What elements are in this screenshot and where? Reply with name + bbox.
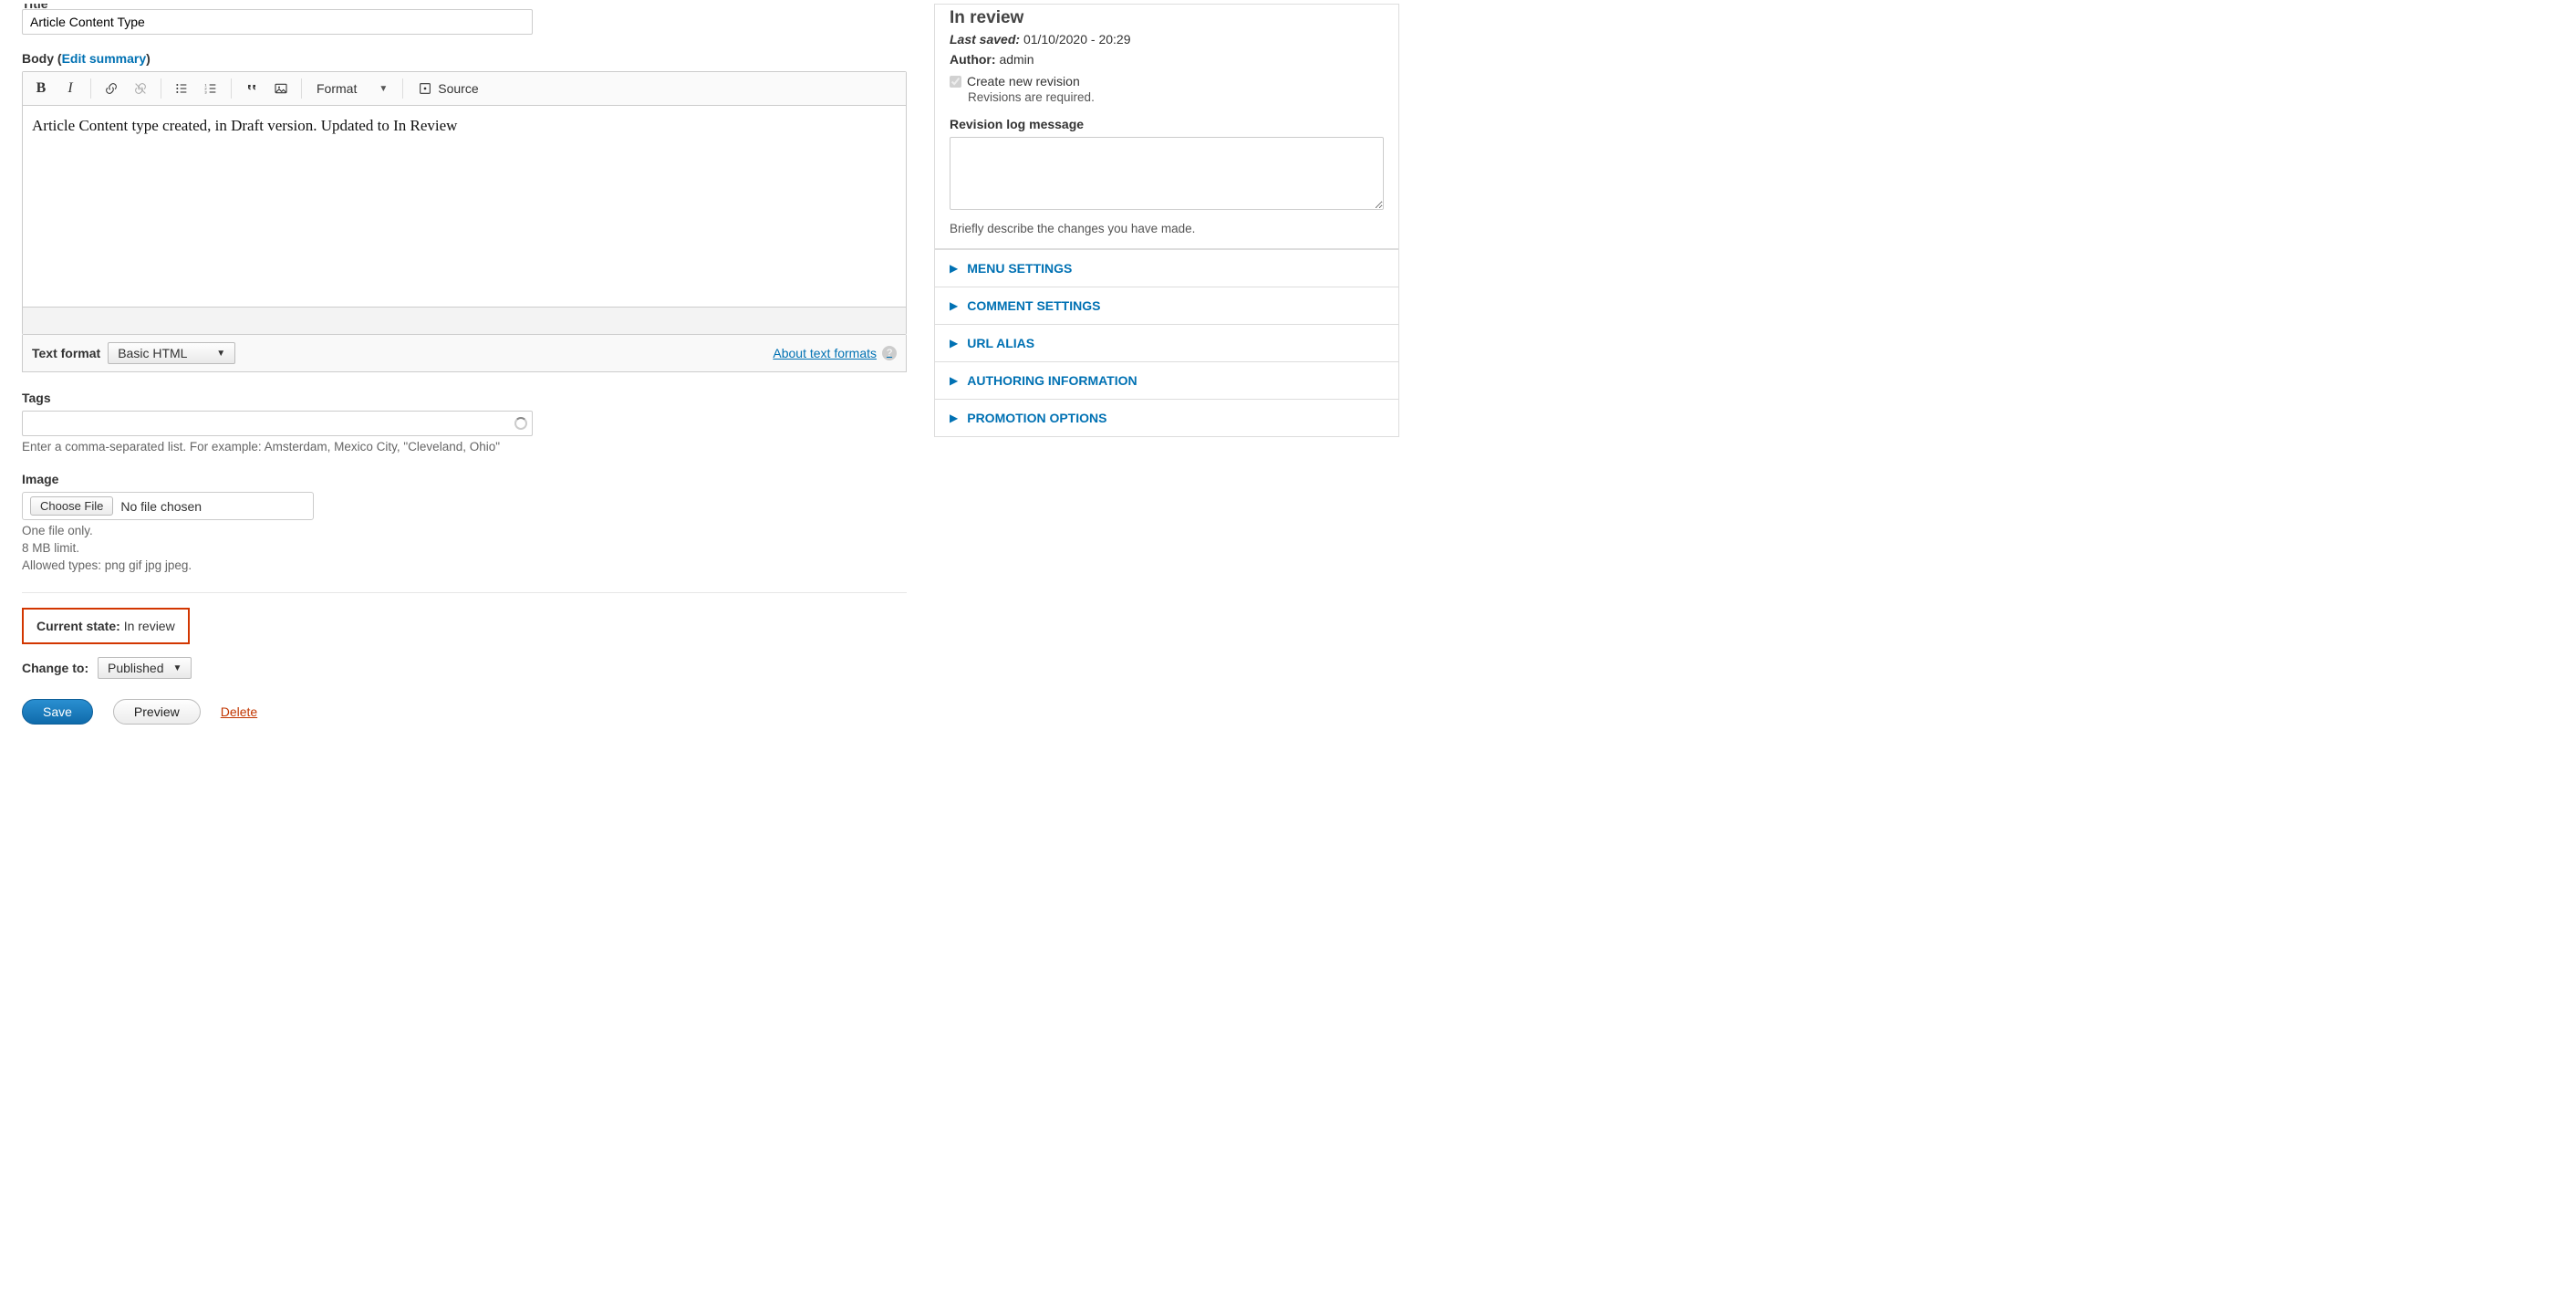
- link-button[interactable]: [99, 76, 124, 101]
- edit-summary-link[interactable]: Edit summary: [62, 51, 147, 66]
- change-to-select[interactable]: Published ▼: [98, 657, 192, 679]
- revision-log-textarea[interactable]: [950, 137, 1384, 210]
- source-button[interactable]: Source: [410, 78, 485, 99]
- body-label-text: Body: [22, 51, 54, 66]
- caret-down-icon: ▼: [173, 663, 182, 673]
- svg-text:3: 3: [204, 89, 207, 94]
- unlink-button[interactable]: [128, 76, 153, 101]
- loading-spinner-icon: [514, 417, 527, 430]
- tags-input[interactable]: [22, 411, 533, 436]
- caret-down-icon: ▼: [216, 349, 225, 359]
- format-dropdown[interactable]: Format ▼: [309, 78, 395, 99]
- accordion-menu-settings[interactable]: ▶ MENU SETTINGS: [935, 249, 1398, 287]
- create-revision-checkbox: [950, 76, 961, 88]
- accordion-label: AUTHORING INFORMATION: [967, 373, 1137, 388]
- change-to-selected: Published: [108, 661, 164, 675]
- numbered-list-icon: 123: [203, 81, 218, 96]
- accordion-label: COMMENT SETTINGS: [967, 298, 1100, 313]
- change-to-label: Change to:: [22, 661, 88, 675]
- author-label: Author:: [950, 52, 996, 67]
- sidebar-state: In review: [950, 8, 1384, 28]
- accordion-promotion-options[interactable]: ▶ PROMOTION OPTIONS: [935, 399, 1398, 436]
- link-icon: [104, 81, 119, 96]
- sidebar-accordion: ▶ MENU SETTINGS ▶ COMMENT SETTINGS ▶ URL…: [934, 249, 1399, 437]
- blockquote-button[interactable]: [239, 76, 265, 101]
- author-value: admin: [999, 52, 1034, 67]
- create-revision-label: Create new revision: [967, 74, 1080, 89]
- last-saved-value: 01/10/2020 - 20:29: [1023, 32, 1131, 47]
- editor-content-area[interactable]: Article Content type created, in Draft v…: [23, 106, 906, 307]
- toolbar-separator: [90, 78, 91, 99]
- tags-hint: Enter a comma-separated list. For exampl…: [22, 440, 907, 454]
- current-state-label: Current state:: [36, 619, 120, 633]
- body-label: Body (Edit summary): [22, 51, 907, 66]
- image-hint-2: 8 MB limit.: [22, 541, 907, 555]
- numbered-list-button[interactable]: 123: [198, 76, 223, 101]
- triangle-right-icon: ▶: [950, 374, 958, 387]
- tags-label: Tags: [22, 391, 907, 405]
- about-text-formats-link[interactable]: About text formats ?: [773, 346, 897, 360]
- text-format-select[interactable]: Basic HTML ▼: [108, 342, 235, 364]
- triangle-right-icon: ▶: [950, 337, 958, 349]
- current-state-value: In review: [124, 619, 175, 633]
- revision-log-hint: Briefly describe the changes you have ma…: [950, 222, 1384, 235]
- save-button[interactable]: Save: [22, 699, 93, 725]
- editor-statusbar: [23, 307, 906, 334]
- choose-file-button[interactable]: Choose File: [30, 496, 113, 516]
- source-icon: [418, 81, 432, 96]
- text-format-row: Text format Basic HTML ▼ About text form…: [22, 335, 907, 372]
- bulleted-list-button[interactable]: [169, 76, 194, 101]
- toolbar-separator: [402, 78, 403, 99]
- blockquote-icon: [244, 81, 259, 96]
- revision-log-label: Revision log message: [950, 117, 1384, 131]
- triangle-right-icon: ▶: [950, 299, 958, 312]
- caret-down-icon: ▼: [379, 84, 388, 94]
- title-input[interactable]: [22, 9, 533, 35]
- delete-link[interactable]: Delete: [221, 704, 257, 719]
- accordion-label: MENU SETTINGS: [967, 261, 1072, 276]
- image-hint-1: One file only.: [22, 524, 907, 537]
- toolbar-separator: [231, 78, 232, 99]
- help-icon: ?: [882, 346, 897, 360]
- accordion-label: URL ALIAS: [967, 336, 1034, 350]
- wysiwyg-editor: B I 123: [22, 71, 907, 335]
- triangle-right-icon: ▶: [950, 262, 958, 275]
- image-icon: [274, 81, 288, 96]
- bold-button[interactable]: B: [28, 76, 54, 101]
- file-status-text: No file chosen: [120, 499, 202, 514]
- bulleted-list-icon: [174, 81, 189, 96]
- text-format-selected: Basic HTML: [118, 346, 187, 360]
- text-format-label: Text format: [32, 346, 100, 360]
- image-label: Image: [22, 472, 907, 486]
- accordion-authoring-information[interactable]: ▶ AUTHORING INFORMATION: [935, 361, 1398, 399]
- accordion-url-alias[interactable]: ▶ URL ALIAS: [935, 324, 1398, 361]
- preview-button[interactable]: Preview: [113, 699, 201, 725]
- editor-toolbar: B I 123: [23, 72, 906, 106]
- unlink-icon: [133, 81, 148, 96]
- source-button-label: Source: [438, 81, 478, 96]
- current-state-box: Current state: In review: [22, 608, 190, 644]
- image-file-picker: Choose File No file chosen: [22, 492, 314, 520]
- italic-button[interactable]: I: [57, 76, 83, 101]
- bold-icon: B: [36, 80, 47, 97]
- accordion-comment-settings[interactable]: ▶ COMMENT SETTINGS: [935, 287, 1398, 324]
- section-separator: [22, 592, 907, 593]
- toolbar-separator: [301, 78, 302, 99]
- italic-icon: I: [68, 80, 72, 97]
- image-hint-3: Allowed types: png gif jpg jpeg.: [22, 558, 907, 572]
- accordion-label: PROMOTION OPTIONS: [967, 411, 1106, 425]
- revisions-required-note: Revisions are required.: [968, 90, 1384, 104]
- format-dropdown-label: Format: [317, 81, 357, 96]
- image-button[interactable]: [268, 76, 294, 101]
- revision-panel: In review Last saved: 01/10/2020 - 20:29…: [934, 4, 1399, 249]
- about-text-formats-label: About text formats: [773, 346, 877, 360]
- triangle-right-icon: ▶: [950, 412, 958, 424]
- last-saved-label: Last saved:: [950, 32, 1020, 47]
